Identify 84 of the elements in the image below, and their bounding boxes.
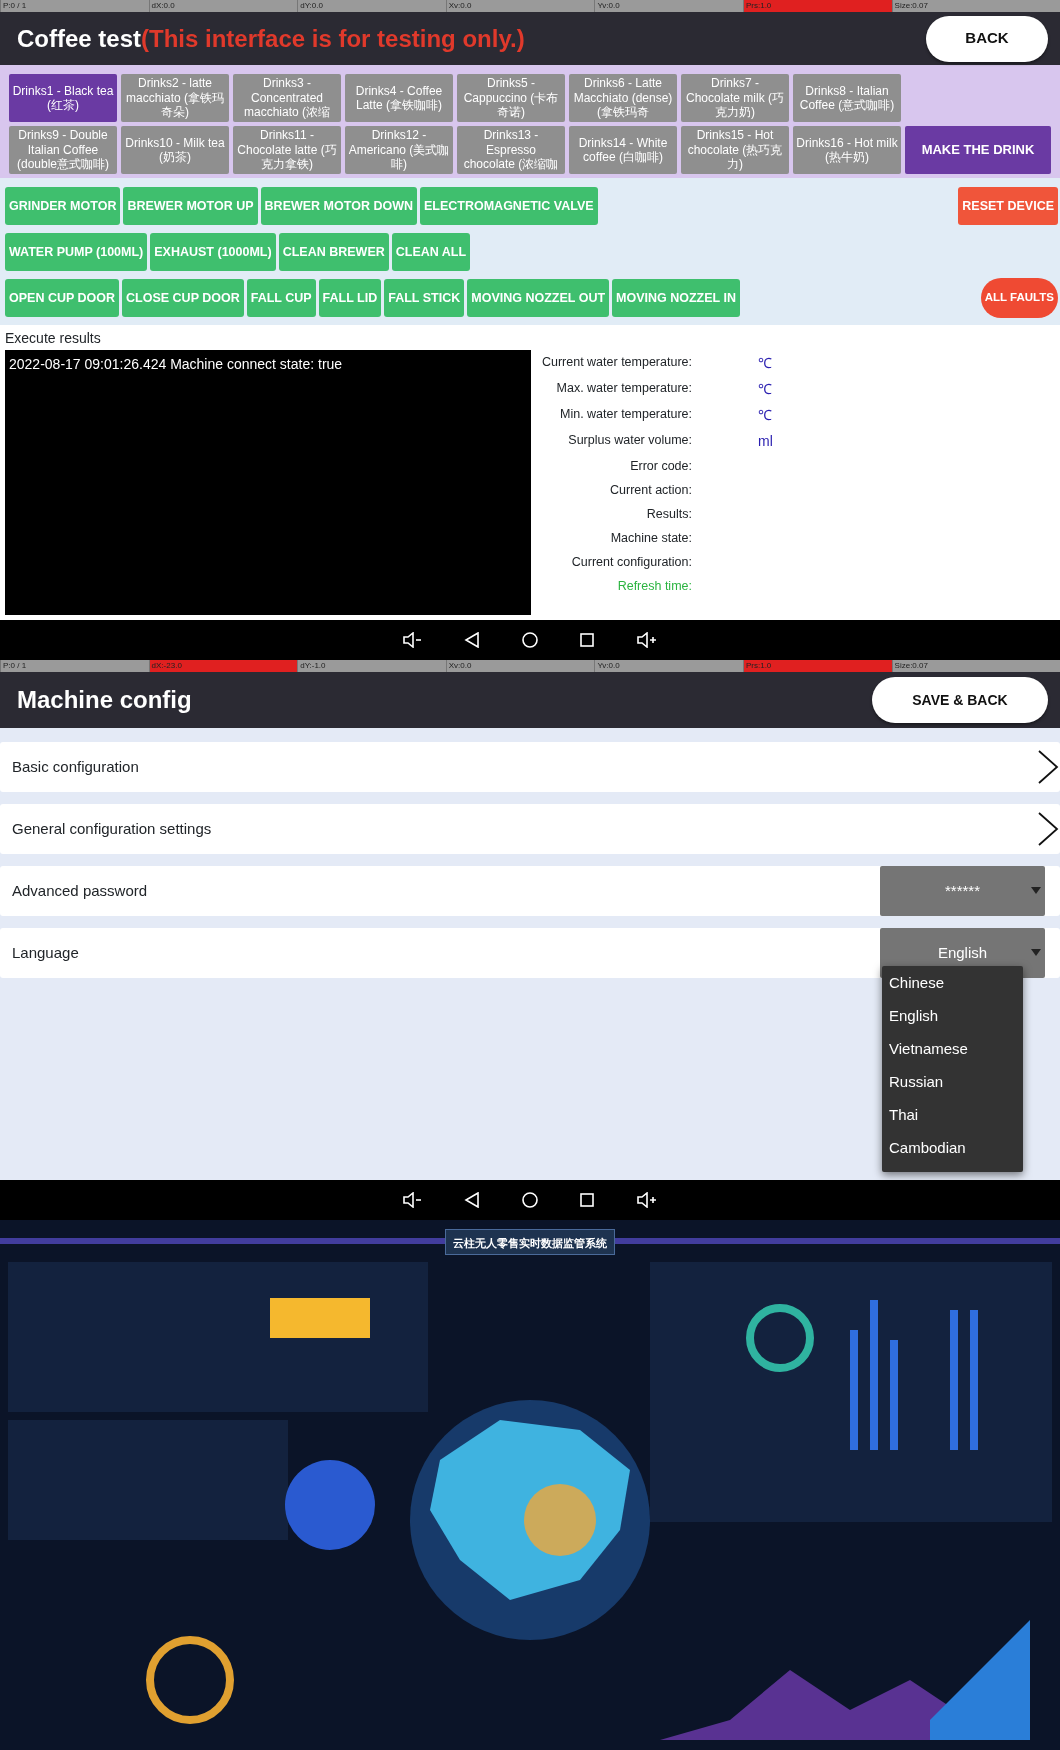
- drink-button[interactable]: Drinks3 - Concentrated macchiato (浓缩: [233, 74, 341, 122]
- back-button[interactable]: BACK: [926, 15, 1048, 62]
- action-button[interactable]: FALL CUP: [246, 279, 316, 317]
- status-label: Refresh time:: [617, 579, 692, 593]
- action-button[interactable]: FALL LID: [318, 279, 382, 317]
- volume-down-icon[interactable]: [402, 632, 422, 648]
- section-heading: Execute results: [5, 329, 102, 348]
- drink-button[interactable]: Drinks11 - Chocolate latte (巧克力拿铁): [233, 126, 341, 174]
- recents-icon[interactable]: [580, 1193, 594, 1207]
- back-icon[interactable]: [464, 632, 480, 648]
- dropdown-option[interactable]: Vietnamese: [882, 1036, 1023, 1069]
- drink-button[interactable]: Drinks6 - Latte Macchiato (dense) (拿铁玛奇: [569, 74, 677, 122]
- action-button[interactable]: ELECTROMAGNETIC VALVE: [419, 187, 598, 225]
- unit-label: ℃: [758, 407, 772, 423]
- setting-label: Basic configuration: [12, 756, 139, 777]
- unit-label: ℃: [758, 355, 772, 371]
- drink-button[interactable]: Drinks5 - Cappuccino (卡布奇诺): [457, 74, 565, 122]
- home-icon[interactable]: [522, 632, 538, 648]
- dropdown-option[interactable]: Russian: [882, 1069, 1023, 1102]
- volume-down-icon[interactable]: [402, 1192, 422, 1208]
- debug-readout: dX:-23.0: [148, 660, 298, 672]
- action-button[interactable]: OPEN CUP DOOR: [5, 279, 120, 317]
- status-label: Current water temperature:: [541, 355, 692, 369]
- action-button[interactable]: MOVING NOZZEL OUT: [467, 279, 610, 317]
- status-label: Surplus water volume:: [568, 433, 692, 447]
- action-button[interactable]: CLOSE CUP DOOR: [122, 279, 244, 317]
- drink-button[interactable]: Drinks13 - Espresso chocolate (浓缩咖: [457, 126, 565, 174]
- setting-label: Language: [12, 942, 79, 963]
- page-title: Coffee test(This interface is for testing only.): [17, 23, 525, 54]
- dropdown-option[interactable]: Cambodian: [882, 1135, 1023, 1168]
- setting-label: General configuration settings: [12, 818, 212, 839]
- page-title: Machine config: [17, 685, 192, 715]
- drink-button[interactable]: Drinks4 - Coffee Latte (拿铁咖啡): [345, 74, 453, 122]
- settings-row[interactable]: Basic configuration: [0, 742, 1060, 792]
- drink-button[interactable]: Drinks1 - Black tea (红茶): [9, 74, 117, 122]
- dropdown-option[interactable]: Thai: [882, 1102, 1023, 1135]
- drink-button[interactable]: Drinks9 - Double Italian Coffee (double意式咖啡): [9, 126, 117, 174]
- volume-up-icon[interactable]: [636, 1192, 658, 1208]
- drink-button[interactable]: Drinks10 - Milk tea (奶茶): [121, 126, 229, 174]
- chevron-right-icon[interactable]: [1036, 749, 1060, 785]
- status-label: Error code:: [630, 459, 692, 473]
- caret-icon[interactable]: [1031, 887, 1041, 894]
- action-button[interactable]: EXHAUST (1000ML): [150, 233, 276, 271]
- make-drink-button[interactable]: MAKE THE DRINK: [905, 126, 1051, 174]
- drink-button[interactable]: Drinks7 - Chocolate milk (巧克力奶): [681, 74, 789, 122]
- recents-icon[interactable]: [580, 633, 594, 647]
- debug-readout: Prs:1.0: [742, 660, 892, 672]
- home-icon[interactable]: [522, 1192, 538, 1208]
- caret-icon[interactable]: [1031, 949, 1041, 956]
- volume-up-icon[interactable]: [636, 632, 658, 648]
- status-label: Min. water temperature:: [560, 407, 692, 421]
- chevron-right-icon[interactable]: [1036, 811, 1060, 847]
- action-button[interactable]: BREWER MOTOR DOWN: [260, 187, 417, 225]
- status-label: Results:: [646, 507, 692, 521]
- action-button[interactable]: MOVING NOZZEL IN: [612, 279, 740, 317]
- drink-button[interactable]: Drinks14 - White coffee (白咖啡): [569, 126, 677, 174]
- drink-button[interactable]: Drinks2 - latte macchiato (拿铁玛奇朵): [121, 74, 229, 122]
- action-button[interactable]: WATER PUMP (100ML): [5, 233, 148, 271]
- save-back-button[interactable]: SAVE & BACK: [872, 677, 1048, 723]
- action-button[interactable]: FALL STICK: [384, 279, 465, 317]
- reset-button[interactable]: RESET DEVICE: [958, 187, 1058, 225]
- action-button[interactable]: CLEAN BREWER: [278, 233, 389, 271]
- setting-label: Advanced password: [12, 880, 148, 901]
- select-field[interactable]: ******: [880, 866, 1045, 916]
- drink-button[interactable]: Drinks16 - Hot milk (热牛奶): [793, 126, 901, 174]
- drink-button[interactable]: Drinks15 - Hot chocolate (热巧克力): [681, 126, 789, 174]
- dropdown-option[interactable]: English: [882, 1003, 1023, 1036]
- settings-row[interactable]: General configuration settings: [0, 804, 1060, 854]
- debug-readout: Prs:1.0: [742, 0, 892, 12]
- drink-button[interactable]: Drinks12 - Americano (美式咖啡): [345, 126, 453, 174]
- action-button[interactable]: BREWER MOTOR UP: [123, 187, 258, 225]
- dashboard-title: 云柱无人零售实时数据监管系统: [445, 1229, 615, 1255]
- log-line: 2022-08-17 09:01:26.424 Machine connect state: true: [9, 355, 344, 374]
- status-label: Current action:: [610, 483, 692, 497]
- status-label: Current configuration:: [571, 555, 692, 569]
- action-button[interactable]: CLEAN ALL: [391, 233, 471, 271]
- action-button[interactable]: GRINDER MOTOR: [5, 187, 121, 225]
- unit-label: ml: [758, 433, 773, 449]
- status-label: Max. water temperature:: [556, 381, 692, 395]
- drink-button[interactable]: Drinks8 - Italian Coffee (意式咖啡): [793, 74, 901, 122]
- faults-button[interactable]: ALL FAULTS: [980, 278, 1058, 318]
- unit-label: ℃: [758, 381, 772, 397]
- back-icon[interactable]: [464, 1192, 480, 1208]
- status-label: Machine state:: [610, 531, 692, 545]
